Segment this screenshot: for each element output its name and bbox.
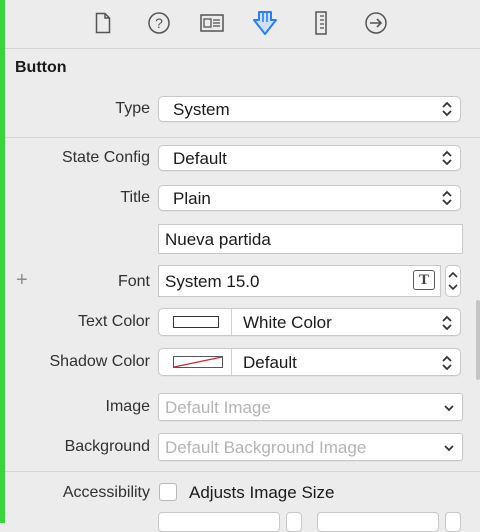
color-swatch [173, 316, 219, 328]
size-inspector-icon[interactable] [308, 10, 334, 36]
add-font-variation-button[interactable]: + [16, 269, 28, 292]
chevron-up-down-icon [442, 190, 452, 206]
text-color-label: Text Color [77, 313, 150, 330]
font-value: System 15.0 [165, 272, 260, 291]
type-popup[interactable]: System [158, 96, 461, 122]
adjusts-image-size-checkbox[interactable] [159, 483, 177, 501]
font-label: Font [117, 273, 150, 290]
type-label: Type [115, 100, 150, 117]
chevron-up-down-icon [442, 315, 452, 331]
attributes-inspector-panel: ? Button Type System State Config Defaul… [5, 0, 480, 532]
attributes-inspector-icon[interactable] [252, 10, 278, 36]
shadow-color-popup[interactable]: Default [158, 348, 461, 376]
accessibility-label: Accessibility [62, 484, 150, 501]
file-inspector-icon[interactable] [90, 10, 116, 36]
chevron-down-icon [444, 405, 454, 412]
image-placeholder: Default Image [165, 398, 271, 417]
title-text-value: Nueva partida [165, 230, 271, 249]
background-placeholder: Default Background Image [165, 438, 367, 457]
adjusts-image-size-label[interactable]: Adjusts Image Size [189, 483, 335, 503]
inspector-toolbar: ? [5, 0, 480, 49]
segment-divider [231, 349, 232, 375]
title-popup[interactable]: Plain [158, 185, 461, 211]
chevron-up-down-icon [442, 355, 452, 371]
state-config-popup[interactable]: Default [158, 145, 461, 171]
font-picker-icon[interactable]: T [413, 270, 435, 290]
divider [5, 471, 480, 472]
identity-inspector-icon[interactable] [199, 10, 225, 36]
inset-stepper[interactable] [445, 512, 461, 532]
shadow-color-value: Default [243, 353, 297, 372]
title-value: Plain [173, 189, 211, 208]
text-color-value: White Color [243, 313, 332, 332]
state-config-label: State Config [61, 149, 150, 166]
inset-field[interactable] [158, 512, 280, 532]
text-color-popup[interactable]: White Color [158, 308, 461, 336]
chevron-up-down-icon [442, 150, 452, 166]
section-title: Button [15, 59, 67, 76]
connections-inspector-icon[interactable] [363, 10, 389, 36]
svg-text:?: ? [155, 15, 163, 31]
quick-help-icon[interactable]: ? [146, 10, 172, 36]
segment-divider [231, 309, 232, 335]
title-text-field[interactable]: Nueva partida [158, 224, 463, 254]
no-color-swatch [173, 356, 223, 368]
shadow-color-label: Shadow Color [49, 353, 151, 370]
type-value: System [173, 100, 230, 119]
font-size-stepper[interactable] [445, 265, 461, 297]
chevron-down-icon [444, 445, 454, 452]
scrollbar-thumb[interactable] [476, 300, 480, 380]
inset-stepper[interactable] [286, 512, 302, 532]
background-label: Background [64, 438, 150, 455]
inset-field[interactable] [317, 512, 439, 532]
image-label: Image [105, 398, 150, 415]
stepper-arrows-icon [448, 271, 458, 291]
image-combo[interactable]: Default Image [158, 393, 463, 421]
state-config-value: Default [173, 149, 227, 168]
title-label: Title [120, 189, 150, 206]
divider [5, 137, 480, 138]
font-field[interactable]: System 15.0 T [158, 265, 441, 297]
chevron-up-down-icon [442, 101, 452, 117]
background-combo[interactable]: Default Background Image [158, 433, 463, 461]
